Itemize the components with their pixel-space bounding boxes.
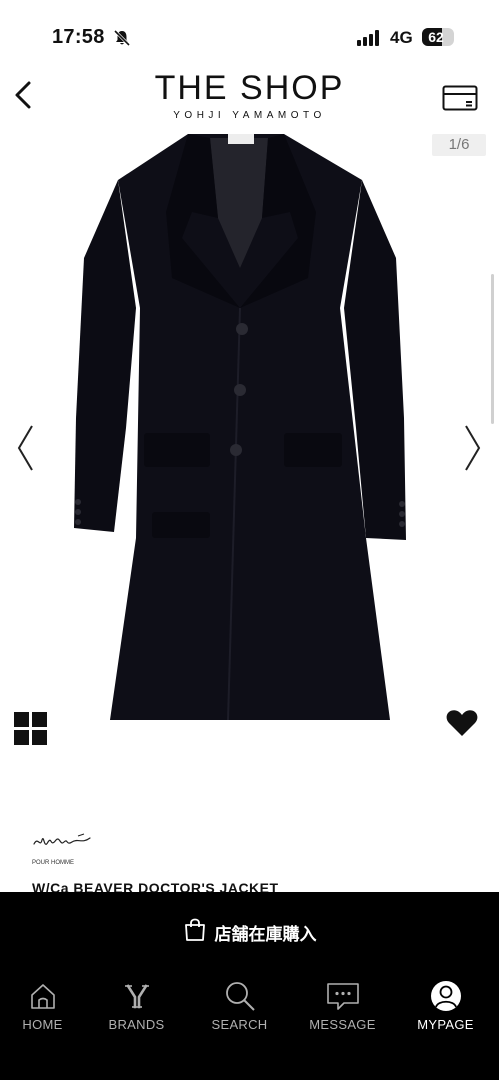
tab-search[interactable]: SEARCH [188, 980, 291, 1040]
tab-home-label: HOME [22, 1017, 63, 1032]
brand-sub-label: POUR HOMME [32, 860, 74, 866]
product-image-coat [74, 134, 406, 721]
tab-message-label: MESSAGE [309, 1017, 376, 1032]
shop-logo-title: THE SHOP [154, 69, 345, 107]
app-header: THE SHOP YOHJI YAMAMOTO [0, 62, 499, 124]
home-icon [0, 980, 85, 1012]
image-counter: 1/6 [432, 134, 486, 156]
tab-message[interactable]: MESSAGE [291, 980, 394, 1040]
user-icon [394, 980, 497, 1012]
previous-image-icon[interactable] [16, 424, 36, 477]
brand-logo: POUR HOMME [32, 830, 96, 875]
tab-search-label: SEARCH [211, 1017, 268, 1032]
member-card-icon[interactable] [442, 85, 478, 116]
message-icon [291, 980, 394, 1012]
battery-indicator: 62 [422, 28, 454, 46]
status-time: 17:58 [52, 26, 105, 48]
tab-mypage[interactable]: MYPAGE [394, 980, 497, 1040]
shopping-bag-icon [183, 918, 207, 947]
shop-logo-subtitle: YOHJI YAMAMOTO [173, 110, 326, 121]
status-bar: 17:58 4G 62 [0, 0, 499, 62]
tab-brands[interactable]: BRANDS [85, 980, 188, 1040]
network-label: 4G [390, 28, 413, 47]
bell-muted-icon [113, 29, 131, 52]
grid-view-icon[interactable] [14, 712, 48, 751]
store-stock-purchase-button[interactable]: 店舗在庫購入 [0, 907, 499, 957]
next-image-icon[interactable] [462, 424, 482, 477]
tab-bar: HOME BRANDS SEARCH MESSAGE MYPAGE [0, 980, 499, 1040]
tab-mypage-label: MYPAGE [417, 1017, 474, 1032]
store-stock-purchase-label: 店舗在庫購入 [214, 924, 317, 944]
scroll-indicator[interactable] [491, 274, 494, 424]
product-gallery[interactable]: 1/6 [0, 124, 499, 764]
y-letter-icon [85, 980, 188, 1012]
tab-brands-label: BRANDS [108, 1017, 165, 1032]
tab-home[interactable]: HOME [0, 980, 85, 1040]
battery-level: 62 [428, 29, 444, 45]
search-icon [188, 980, 291, 1012]
cellular-signal-icon [357, 30, 383, 51]
brand-signature: POUR HOMME [32, 833, 91, 866]
bottom-bar: 店舗在庫購入 HOME BRANDS SEARCH MESSAGE MYPAGE [0, 892, 499, 1080]
favorite-heart-icon[interactable] [446, 709, 478, 742]
